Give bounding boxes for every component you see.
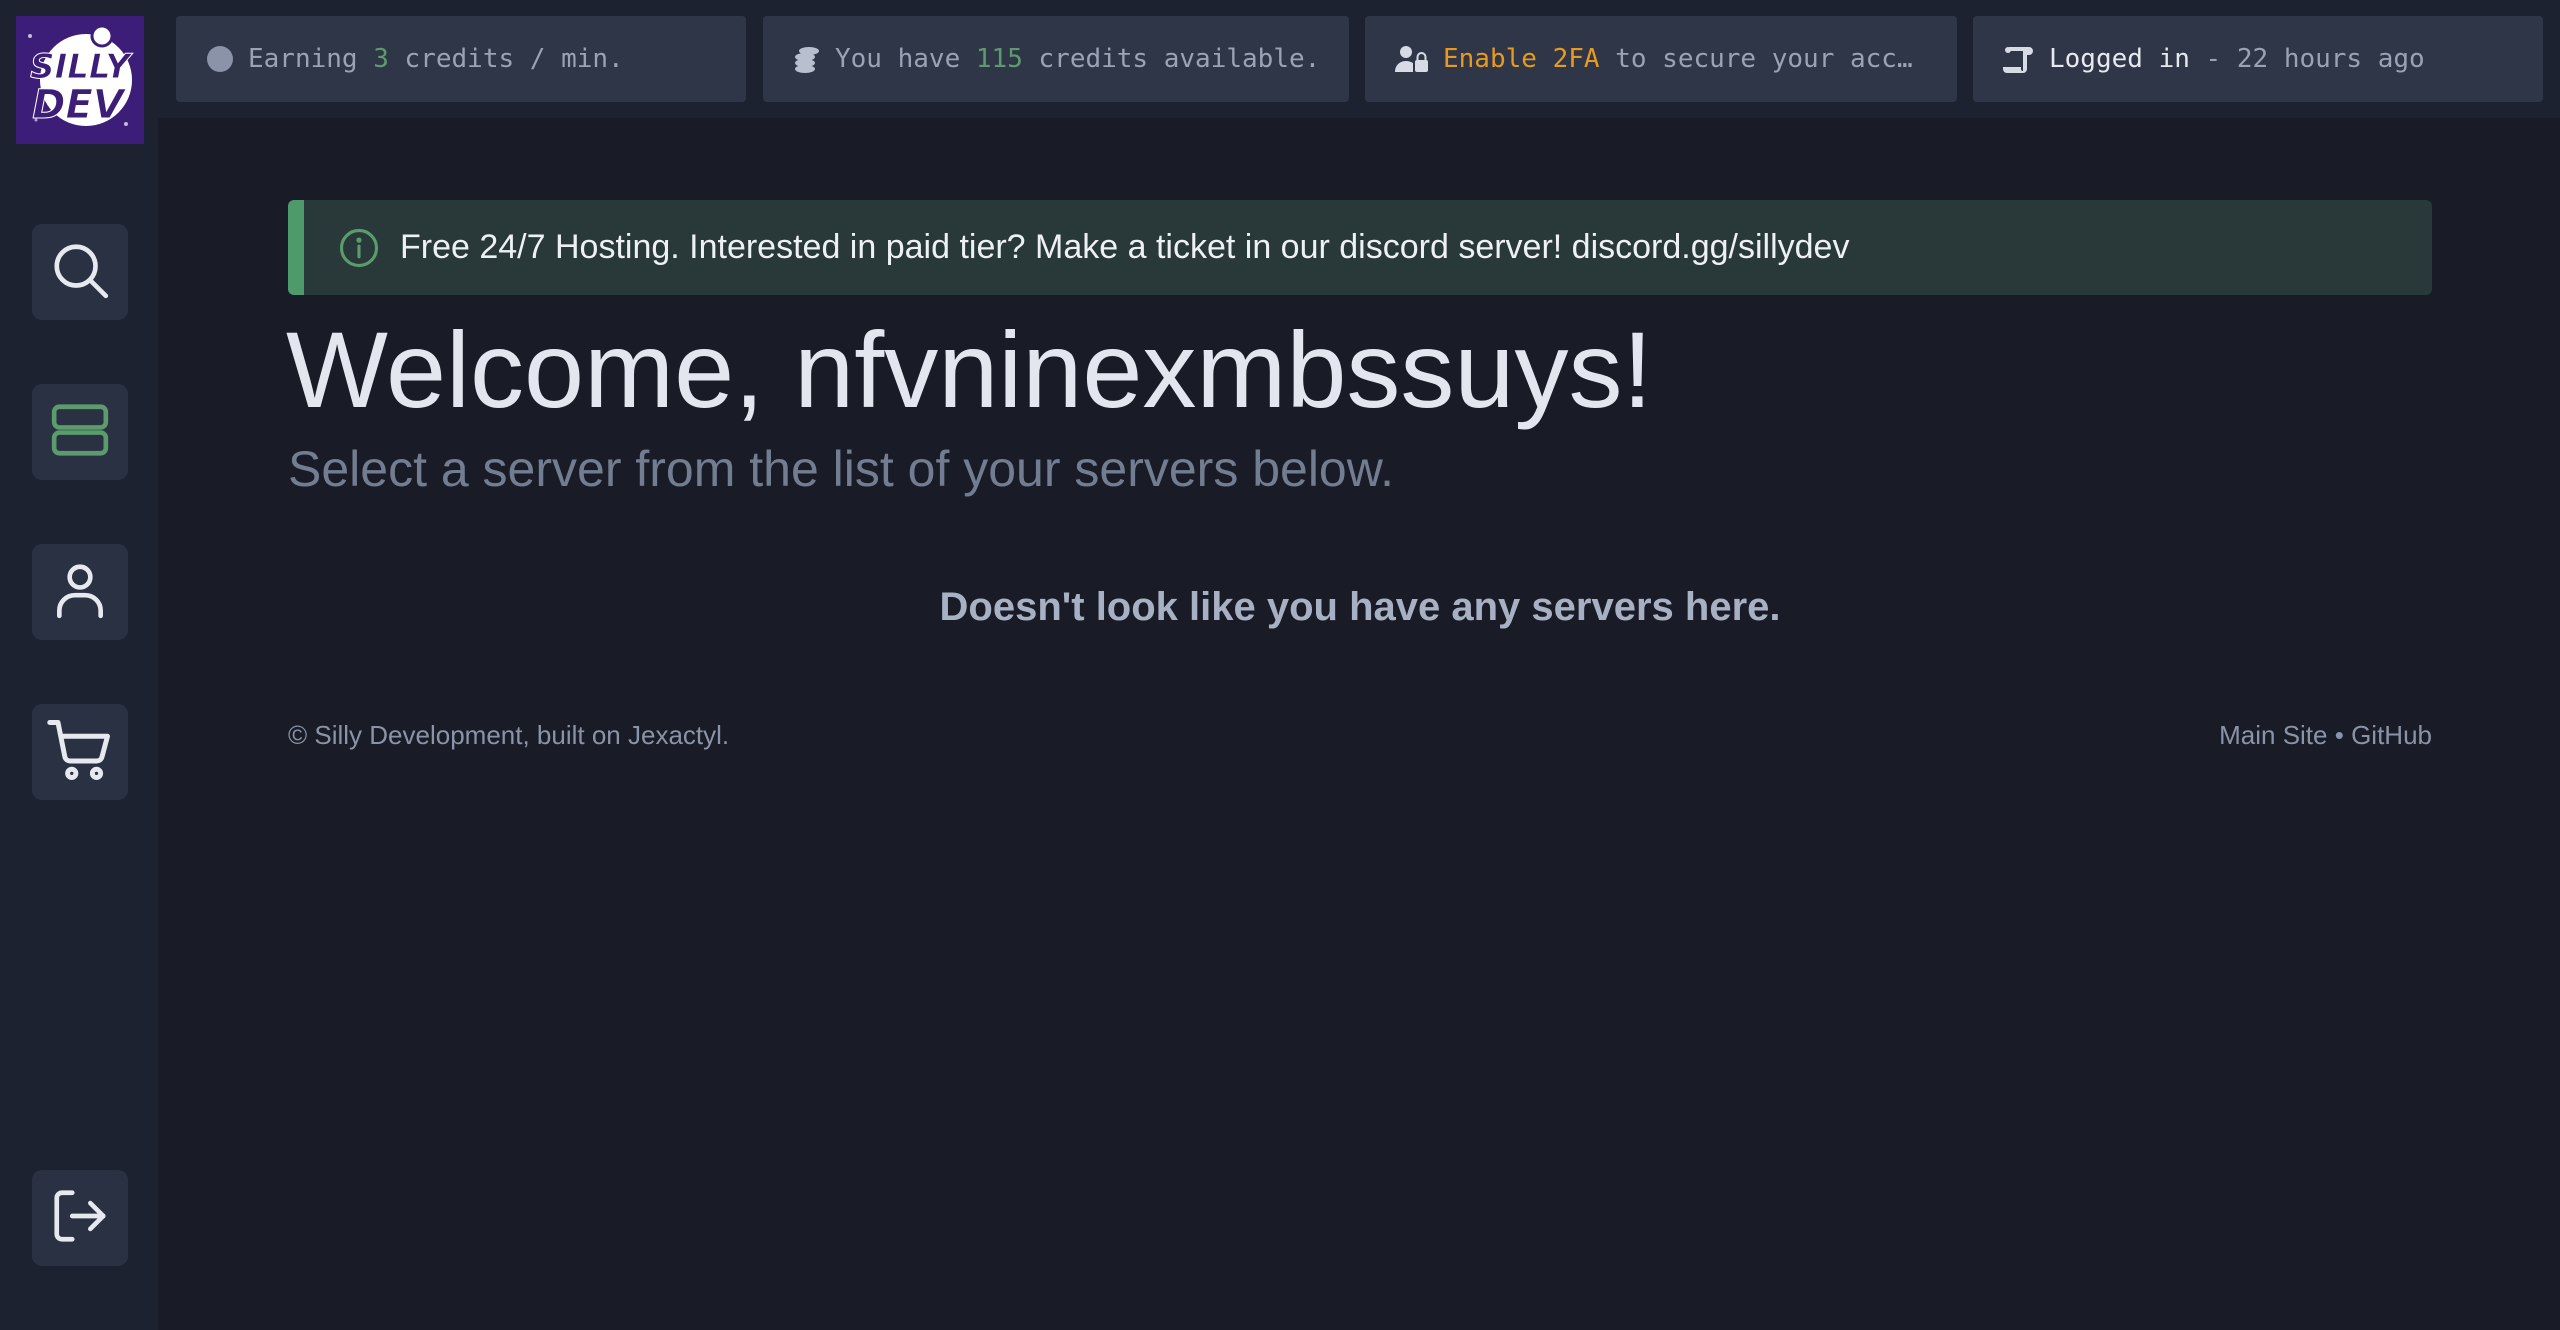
server-icon [49,399,111,465]
earning-suffix: credits / min. [404,44,624,74]
credits-prefix: You have [835,44,961,74]
sidebar-item-servers[interactable] [32,384,128,480]
login-chip: Logged in - 22 hours ago [1973,16,2543,102]
twofa-suffix: to secure your acc… [1615,44,1913,74]
user-lock-icon [1395,44,1429,74]
credits-value: 115 [975,44,1023,74]
sidebar: SILLY DEV [0,0,158,1330]
scroll-icon [2003,45,2035,73]
earning-prefix: Earning [248,44,358,74]
logo-text-line1: SILLY [30,47,133,87]
sidebar-item-search[interactable] [32,224,128,320]
search-icon [49,239,111,305]
login-suffix: - 22 hours ago [2205,44,2425,74]
footer-separator: • [2334,720,2344,750]
footer-links: Main Site • GitHub [2219,720,2432,751]
github-link[interactable]: GitHub [2351,720,2432,750]
logo[interactable]: SILLY DEV [16,16,144,144]
alert-text: Free 24/7 Hosting. Interested in paid ti… [400,228,1850,266]
footer-copyright: © Silly Development, built on Jexactyl. [288,720,730,750]
info-alert: Free 24/7 Hosting. Interested in paid ti… [288,200,2432,295]
logo-text-line2: DEV [32,82,127,128]
login-prefix: Logged in [2049,44,2190,74]
circle-icon [206,45,234,73]
logout-icon [49,1185,111,1251]
logo-image: SILLY DEV [16,16,144,144]
logout-button[interactable] [32,1170,128,1266]
earning-chip: Earning 3 credits / min. [176,16,746,102]
main-site-link[interactable]: Main Site [2219,720,2327,750]
coins-icon [793,45,821,73]
earning-value: 3 [373,44,389,74]
info-icon [338,227,380,269]
credits-chip: You have 115 credits available. [763,16,1349,102]
twofa-chip[interactable]: Enable 2FA to secure your acc… [1365,16,1957,102]
twofa-highlight[interactable]: Enable 2FA [1443,44,1600,74]
credits-suffix: credits available. [1038,44,1321,74]
sidebar-item-store[interactable] [32,704,128,800]
empty-state-message: Doesn't look like you have any servers h… [939,585,1781,629]
page-title: Welcome, nfvninexmbssuys! [286,309,1653,430]
cart-icon [47,717,113,787]
page-subtitle: Select a server from the list of your se… [288,441,1394,497]
